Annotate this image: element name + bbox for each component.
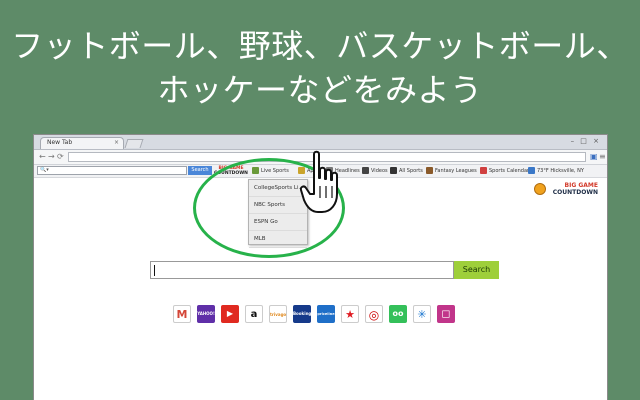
fantasy-leagues-icon: [426, 167, 433, 174]
live-sports-dropdown: CollegeSports Li... NBC Sports ESPN Go M…: [248, 179, 308, 248]
toolbar-item-fantasy-leagues[interactable]: Fantasy Leagues: [426, 166, 477, 176]
gmail-icon[interactable]: M: [173, 305, 191, 323]
toolbar-logo[interactable]: BIG GAME COUNTDOWN: [213, 166, 249, 176]
toolbar-item-live-sports[interactable]: Live Sports: [252, 166, 289, 176]
tripadvisor-icon[interactable]: oo: [389, 305, 407, 323]
calendar-icon: [480, 167, 487, 174]
window-controls[interactable]: – □ ×: [571, 137, 601, 145]
back-icon[interactable]: ←: [39, 151, 46, 163]
forward-icon[interactable]: →: [48, 151, 55, 163]
tab-new-tab[interactable]: New Tab ×: [40, 137, 124, 149]
toolbar-item-sports-calendar[interactable]: Sports Calendar: [480, 166, 529, 176]
brand-logo-line-2: COUNTDOWN: [552, 189, 598, 196]
main-search-button[interactable]: Search: [454, 261, 499, 279]
toolbar-item-weather[interactable]: 73°F Hicksville, NY: [528, 166, 584, 176]
videos-icon: [362, 167, 369, 174]
booking-icon[interactable]: Booking: [293, 305, 311, 323]
reload-icon[interactable]: ⟳: [57, 151, 64, 163]
close-icon[interactable]: ×: [114, 138, 119, 148]
trivago-icon[interactable]: trivago: [269, 305, 287, 323]
brand-logo-line-1: BIG GAME: [564, 182, 598, 189]
toolbar-item-videos[interactable]: Videos: [362, 166, 388, 176]
live-sports-icon: [252, 167, 259, 174]
dropdown-item-espn-go[interactable]: ESPN Go: [249, 214, 307, 231]
walmart-icon[interactable]: ✳: [413, 305, 431, 323]
hand-cursor-icon: [300, 150, 338, 213]
extension-icon[interactable]: ▣: [590, 151, 598, 163]
headline-line-1: フットボール、野球、バスケットボール、: [11, 27, 629, 65]
new-tab-button[interactable]: [124, 139, 144, 148]
tab-strip: New Tab × – □ ×: [34, 135, 607, 150]
toolbar-search-input[interactable]: 🔍▾: [37, 166, 187, 175]
amazon-icon[interactable]: a: [245, 305, 263, 323]
main-search-input[interactable]: [150, 261, 454, 279]
macys-star-icon[interactable]: ★: [341, 305, 359, 323]
toolbar-logo-bottom: COUNTDOWN: [214, 171, 248, 176]
target-icon[interactable]: ◎: [365, 305, 383, 323]
brand-logo[interactable]: BIG GAME COUNTDOWN: [528, 182, 598, 200]
dropdown-item-mlb[interactable]: MLB: [249, 231, 307, 248]
weather-icon: [528, 167, 535, 174]
tab-title: New Tab: [47, 139, 73, 146]
priceline-icon[interactable]: priceline: [317, 305, 335, 323]
text-caret: [154, 265, 155, 276]
dropdown-item-nbc-sports[interactable]: NBC Sports: [249, 197, 307, 214]
dropdown-item-collegesports[interactable]: CollegeSports Li...: [249, 180, 307, 197]
shortcut-tiles: M YAHOO! ▶ a trivago Booking priceline ★…: [173, 305, 455, 323]
instagram-icon[interactable]: ◻: [437, 305, 455, 323]
headline-line-2: ホッケーなどをみよう: [157, 71, 483, 109]
all-sports-icon: [390, 167, 397, 174]
yahoo-icon[interactable]: YAHOO!: [197, 305, 215, 323]
youtube-icon[interactable]: ▶: [221, 305, 239, 323]
toolbar-item-all-sports[interactable]: All Sports: [390, 166, 423, 176]
menu-icon[interactable]: ≡: [599, 151, 606, 163]
toolbar-search-button[interactable]: Search: [188, 166, 212, 175]
